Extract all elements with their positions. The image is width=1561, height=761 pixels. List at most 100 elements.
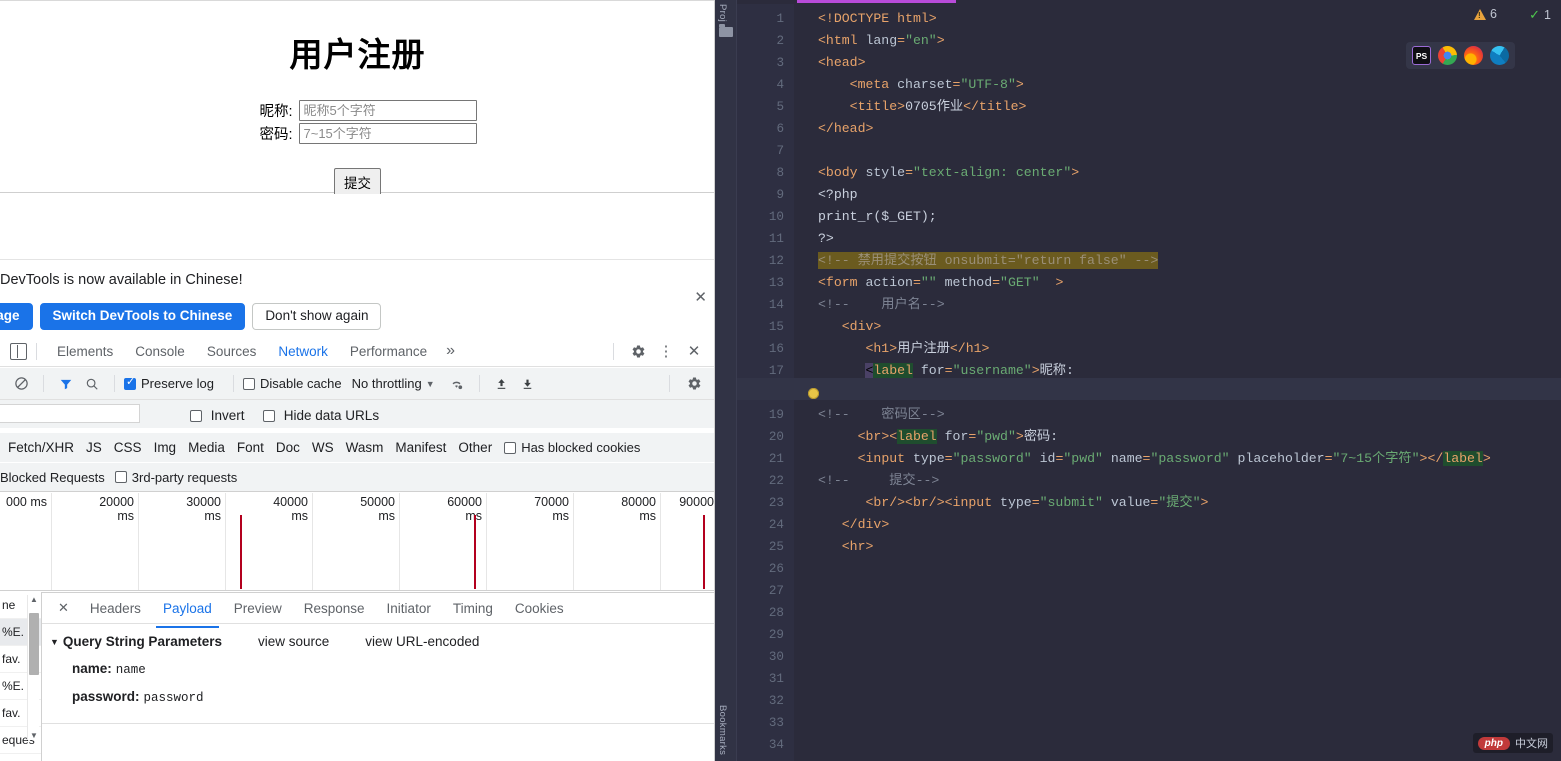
type-filter-manifest[interactable]: Manifest xyxy=(395,440,446,455)
query-string-parameters-header[interactable]: ▼ Query String Parameters view source vi… xyxy=(50,634,714,649)
inspection-ok-badge[interactable]: ✓ 1 xyxy=(1529,7,1551,23)
code-line[interactable]: <body style="text-align: center"> xyxy=(818,162,1079,184)
more-tabs-icon[interactable]: » xyxy=(438,342,463,360)
type-filter-wasm[interactable]: Wasm xyxy=(346,440,384,455)
code-line[interactable]: <br><label for="pwd">密码: xyxy=(818,426,1058,448)
invert-checkbox-group[interactable]: Invert xyxy=(190,408,245,423)
chrome-icon[interactable] xyxy=(1438,46,1457,65)
folder-icon[interactable] xyxy=(719,24,733,37)
throttling-select[interactable]: No throttling xyxy=(352,376,422,391)
code-line[interactable]: <title>0705作业</title> xyxy=(818,96,1027,118)
tab-cookies[interactable]: Cookies xyxy=(504,595,575,622)
firefox-icon[interactable] xyxy=(1464,46,1483,65)
dont-show-again-button[interactable]: Don't show again xyxy=(252,303,382,330)
third-party-checkbox[interactable] xyxy=(114,471,127,483)
scroll-down-icon[interactable]: ▼ xyxy=(30,731,38,740)
wifi-settings-icon[interactable] xyxy=(444,371,470,397)
code-line[interactable]: <div> xyxy=(818,316,882,338)
tab-performance[interactable]: Performance xyxy=(339,338,438,365)
type-filter-other[interactable]: Other xyxy=(458,440,492,455)
type-filter-css[interactable]: CSS xyxy=(114,440,142,455)
chevron-down-icon[interactable]: ▼ xyxy=(426,379,435,389)
gear-icon[interactable] xyxy=(625,338,651,364)
tab-console[interactable]: Console xyxy=(124,338,196,365)
type-filter-font[interactable]: Font xyxy=(237,440,264,455)
code-line[interactable]: <hr> xyxy=(818,536,874,558)
tab-response[interactable]: Response xyxy=(293,595,376,622)
device-toolbar-icon[interactable] xyxy=(10,342,27,360)
submit-button[interactable]: 提交 xyxy=(334,168,381,196)
request-list[interactable]: ne %E. fav. %E. fav. eques ▲ ▼ xyxy=(0,592,42,761)
line-number: 25 xyxy=(768,540,784,554)
code-line[interactable]: </head> xyxy=(818,118,873,140)
disable-cache-checkbox[interactable] xyxy=(242,377,255,390)
view-source-link[interactable]: view source xyxy=(258,634,329,649)
code-line[interactable]: <br/><br/><input type="submit" value="提交… xyxy=(818,492,1208,514)
filter-input[interactable] xyxy=(0,404,140,423)
scroll-up-icon[interactable]: ▲ xyxy=(30,595,38,604)
intention-bulb-icon[interactable] xyxy=(808,388,819,399)
timeline-tick-label: 50000 ms xyxy=(360,495,395,523)
code-line[interactable]: ?> xyxy=(818,228,834,250)
type-filter-media[interactable]: Media xyxy=(188,440,225,455)
hide-data-urls-group[interactable]: Hide data URLs xyxy=(263,408,379,423)
invert-checkbox[interactable] xyxy=(190,410,202,422)
ps-icon[interactable]: PS xyxy=(1412,46,1431,65)
view-url-encoded-link[interactable]: view URL-encoded xyxy=(365,634,479,649)
code-line[interactable]: <!-- 密码区--> xyxy=(818,404,945,426)
request-list-scrollbar[interactable]: ▲ ▼ xyxy=(27,595,39,740)
close-icon[interactable]: ✕ xyxy=(681,338,707,364)
type-filter-js[interactable]: JS xyxy=(86,440,102,455)
tab-payload[interactable]: Payload xyxy=(152,595,223,628)
watermark-site: 中文网 xyxy=(1515,738,1548,750)
code-line[interactable]: <form action="" method="GET" > xyxy=(818,272,1063,294)
match-chrome-language-button[interactable]: Always match Chrome's language xyxy=(0,303,33,330)
tab-initiator[interactable]: Initiator xyxy=(376,595,442,622)
code-line[interactable]: print_r($_GET); xyxy=(818,206,937,228)
code-line[interactable]: <input type="password" id="pwd" name="pa… xyxy=(818,448,1491,470)
gear-icon[interactable] xyxy=(681,371,707,397)
chevron-down-icon[interactable]: ▼ xyxy=(50,637,59,647)
code-line[interactable]: <head> xyxy=(818,52,865,74)
code-line[interactable]: <!-- 用户名--> xyxy=(818,294,945,316)
close-icon[interactable]: ✕ xyxy=(48,600,79,616)
close-icon[interactable]: ✕ xyxy=(694,288,707,306)
tab-timing[interactable]: Timing xyxy=(442,595,504,622)
tab-network[interactable]: Network xyxy=(267,338,339,371)
code-line[interactable]: <h1>用户注册</h1> xyxy=(818,338,989,360)
hide-data-urls-checkbox[interactable] xyxy=(263,410,275,422)
code-line[interactable]: <!-- 提交--> xyxy=(818,470,939,492)
filter-icon[interactable] xyxy=(53,371,79,397)
download-icon[interactable] xyxy=(515,371,541,397)
nickname-input[interactable] xyxy=(298,100,477,121)
search-icon[interactable] xyxy=(79,371,105,397)
tab-elements[interactable]: Elements xyxy=(46,338,124,365)
type-filter-ws[interactable]: WS xyxy=(312,440,334,455)
has-blocked-cookies-checkbox[interactable] xyxy=(504,441,517,454)
type-filter-img[interactable]: Img xyxy=(154,440,177,455)
tab-sources[interactable]: Sources xyxy=(196,338,268,365)
project-tool-window-button[interactable]: Proj xyxy=(717,4,728,22)
edge-icon[interactable] xyxy=(1490,46,1509,65)
ide-left-rail: Proj Bookmarks xyxy=(715,0,737,761)
code-line[interactable]: </div> xyxy=(818,514,889,536)
code-line[interactable]: <?php xyxy=(818,184,858,206)
switch-devtools-chinese-button[interactable]: Switch DevTools to Chinese xyxy=(39,303,246,330)
clear-icon[interactable] xyxy=(8,371,34,397)
network-overview-timeline[interactable]: 000 ms 20000 ms 30000 ms 40000 ms 50000 … xyxy=(0,493,714,591)
bookmarks-tool-window-button[interactable]: Bookmarks xyxy=(717,705,728,755)
warning-count-badge[interactable]: 6 xyxy=(1474,7,1497,21)
code-line[interactable]: <!DOCTYPE html> xyxy=(818,8,937,30)
password-input[interactable] xyxy=(298,123,477,144)
scrollbar-thumb[interactable] xyxy=(29,613,39,675)
kebab-menu-icon[interactable]: ⋮ xyxy=(653,338,679,364)
type-filter-fetchxhr[interactable]: Fetch/XHR xyxy=(8,440,74,455)
code-line[interactable]: <meta charset="UTF-8"> xyxy=(818,74,1024,96)
upload-icon[interactable] xyxy=(489,371,515,397)
tab-preview[interactable]: Preview xyxy=(223,595,293,622)
code-line[interactable]: <!-- 禁用提交按钮 onsubmit="return false" --> xyxy=(818,250,1159,272)
type-filter-doc[interactable]: Doc xyxy=(276,440,300,455)
tab-headers[interactable]: Headers xyxy=(79,595,152,622)
preserve-log-checkbox[interactable] xyxy=(124,375,136,390)
code-line[interactable]: <html lang="en"> xyxy=(818,30,945,52)
